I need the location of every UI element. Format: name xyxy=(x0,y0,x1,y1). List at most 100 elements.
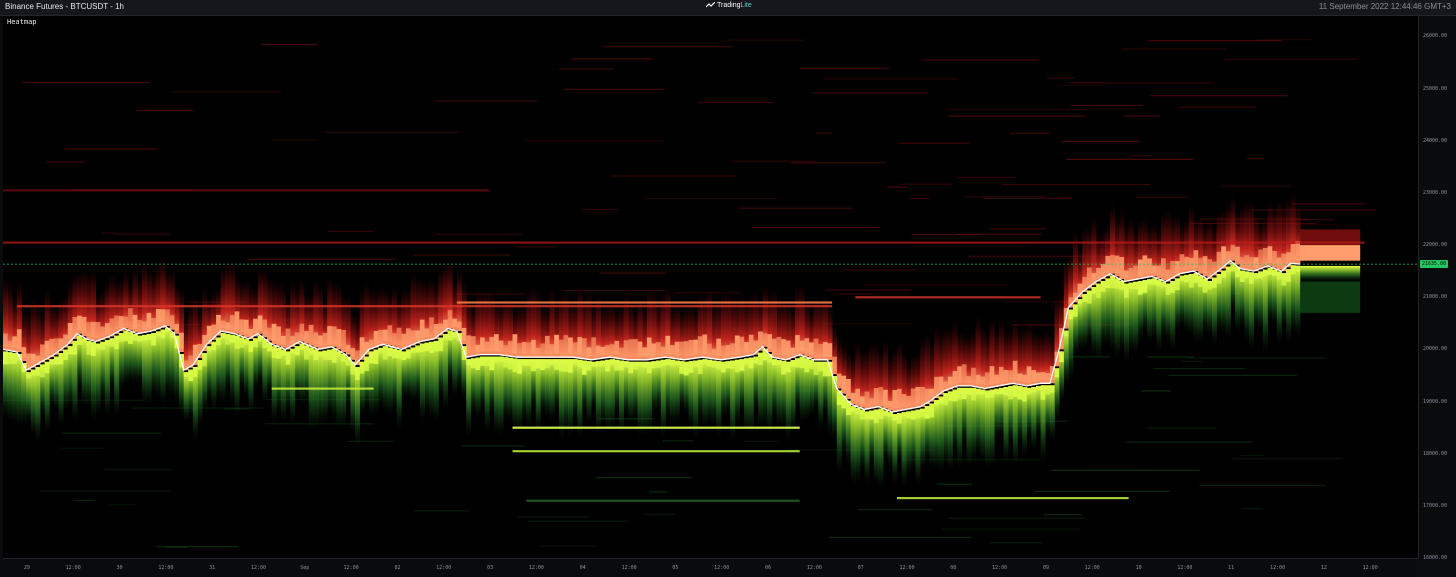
bid-slice xyxy=(665,359,671,366)
bid-slice xyxy=(1249,272,1254,284)
bid-slice xyxy=(1133,281,1139,356)
bid-slice xyxy=(1091,287,1097,357)
bid-slice xyxy=(938,396,944,473)
bid-slice xyxy=(804,358,810,373)
bid-slice xyxy=(294,346,300,356)
bid-slice xyxy=(1026,387,1032,438)
faint-level xyxy=(724,39,805,41)
ask-slice xyxy=(1022,374,1028,382)
bid-slice xyxy=(54,356,59,412)
faint-level xyxy=(326,131,460,133)
bid-slice xyxy=(586,361,592,425)
bid-slice xyxy=(387,347,393,416)
bid-slice xyxy=(1290,265,1296,275)
ask-slice xyxy=(341,330,347,349)
ask-slice xyxy=(795,335,801,354)
ask-slice xyxy=(633,339,638,357)
bid-slice xyxy=(95,343,101,349)
bid-slice xyxy=(151,333,157,346)
bid-slice xyxy=(813,361,819,375)
bid-slice xyxy=(1286,269,1292,282)
bid-slice xyxy=(818,361,824,372)
bid-slice xyxy=(341,354,347,362)
ask-slice xyxy=(1110,255,1116,271)
time-tick-label: 10 xyxy=(1135,565,1142,571)
ask-slice xyxy=(679,341,685,357)
faint-level xyxy=(641,197,776,199)
bid-slice xyxy=(915,409,921,419)
ask-slice xyxy=(938,376,944,392)
time-tick-label: 12:00 xyxy=(1177,565,1193,571)
bid-slice xyxy=(1026,387,1032,395)
ask-slice xyxy=(294,332,300,342)
bid-slice xyxy=(341,354,347,428)
liquidity-level xyxy=(526,499,800,502)
ask-slice xyxy=(327,326,333,345)
bid-slice xyxy=(470,358,476,369)
ask-slice xyxy=(456,267,462,332)
bid-slice xyxy=(670,359,675,425)
ask-slice xyxy=(1114,255,1120,274)
heatmap-canvas[interactable] xyxy=(3,16,1418,558)
bid-slice xyxy=(651,361,657,369)
faint-level xyxy=(1050,469,1200,471)
ask-slice xyxy=(934,376,940,396)
ask-slice xyxy=(1170,261,1176,276)
price-axis[interactable]: 26000.00 25000.00 24000.00 23000.00 22000.00… xyxy=(1418,16,1456,561)
bid-slice xyxy=(1156,280,1162,353)
bid-slice xyxy=(132,334,138,384)
time-axis[interactable]: 29 12:00 30 12:00 31 12:00 Sep 12:00 02 12:00 03 12… xyxy=(3,558,1418,577)
bid-slice xyxy=(104,340,110,345)
heatmap-plot-area[interactable] xyxy=(3,16,1418,558)
bid-slice xyxy=(507,357,513,370)
bid-slice xyxy=(1114,278,1120,289)
bid-slice xyxy=(628,361,634,374)
bid-slice xyxy=(132,334,138,341)
bid-slice xyxy=(609,359,615,431)
ask-slice xyxy=(957,366,963,383)
bid-slice xyxy=(262,339,268,405)
bid-slice xyxy=(1244,271,1250,341)
bid-slice xyxy=(665,359,671,419)
bid-slice xyxy=(21,363,27,426)
faint-level xyxy=(644,513,676,515)
bid-slice xyxy=(503,357,509,368)
ask-slice xyxy=(7,340,13,348)
time-tick-label: 11 xyxy=(1228,565,1235,571)
faint-level xyxy=(1257,39,1312,41)
ask-slice xyxy=(396,327,402,346)
bid-slice xyxy=(1003,387,1009,396)
bid-slice xyxy=(1017,386,1023,400)
bid-slice xyxy=(637,361,643,367)
bid-slice xyxy=(980,389,986,394)
bid-slice xyxy=(966,387,972,469)
faint-level xyxy=(731,160,816,162)
ask-slice xyxy=(1073,230,1078,303)
ask-slice xyxy=(841,375,847,391)
faint-level xyxy=(1147,427,1217,429)
bid-slice xyxy=(109,338,115,347)
ask-slice xyxy=(873,388,879,405)
bid-slice xyxy=(966,387,972,395)
ask-slice xyxy=(994,374,1000,384)
bid-slice xyxy=(447,330,453,341)
ask-slice xyxy=(744,342,750,354)
bid-slice xyxy=(1202,278,1208,293)
bid-slice xyxy=(614,359,620,371)
bid-slice xyxy=(776,360,782,366)
bid-slice xyxy=(734,359,740,373)
liquidity-level xyxy=(897,497,1129,500)
bid-slice xyxy=(401,351,407,361)
price-tick-label: 23000.00 xyxy=(1423,189,1448,196)
bid-slice xyxy=(633,361,638,419)
ask-slice xyxy=(739,336,745,355)
liquidity-level xyxy=(16,305,833,308)
ask-slice xyxy=(836,373,842,386)
ask-slice xyxy=(910,388,916,406)
bid-slice xyxy=(957,387,963,400)
bid-slice xyxy=(359,361,365,374)
bid-slice xyxy=(887,412,893,417)
window-title-bar: Binance Futures - BTCUSDT - 1h TradingLi… xyxy=(0,0,1456,16)
ask-slice xyxy=(734,335,740,355)
ask-slice xyxy=(368,339,374,347)
